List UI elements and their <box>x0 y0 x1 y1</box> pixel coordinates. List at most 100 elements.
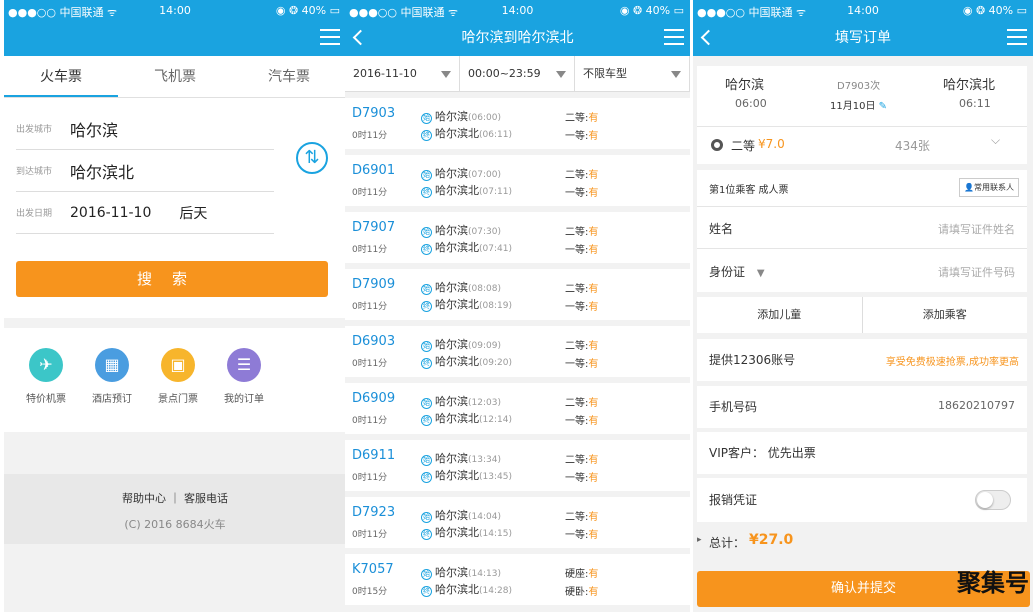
seat-2: 一等:有 <box>565 298 598 313</box>
quick-flight[interactable]: ✈ 特价机票 <box>14 348 78 432</box>
tab-train[interactable]: 火车票 <box>4 56 118 97</box>
to-city-field[interactable]: 到达城市 哈尔滨北 <box>16 150 274 192</box>
vip-label: VIP客户： 优先出票 <box>709 446 816 460</box>
seat-1-label: 二等: <box>565 512 589 523</box>
date-filter[interactable]: 2016-11-10 <box>345 56 460 91</box>
expand-icon[interactable]: ▸ <box>697 535 702 545</box>
quick-hotel[interactable]: ▦ 酒店预订 <box>80 348 144 432</box>
id-field[interactable]: 身份证 ▼ 请填写证件号码 <box>697 248 1027 292</box>
seat-1: 硬座:有 <box>565 565 598 580</box>
swap-icon[interactable]: ⇅ <box>296 142 328 174</box>
arrive-time: (14:15) <box>479 529 512 539</box>
name-input[interactable]: 请填写证件姓名 <box>938 221 1015 237</box>
tab-bus[interactable]: 汽车票 <box>232 56 346 97</box>
arrival: 终哈尔滨北(14:15) <box>421 524 512 540</box>
from-station: 哈尔滨 <box>435 110 468 123</box>
passenger-card: 第1位乘客 成人票 👤常用联系人 姓名 请填写证件姓名 身份证 ▼ 请填写证件号… <box>697 170 1027 292</box>
from-station: 哈尔滨 <box>435 167 468 180</box>
type-filter[interactable]: 不限车型 <box>575 56 690 91</box>
arrive-icon: 终 <box>421 358 432 369</box>
train-row[interactable]: D7907 0时11分始哈尔滨(07:30) 终哈尔滨北(07:41) 二等:有 一等:… <box>345 212 690 263</box>
receipt-toggle[interactable] <box>975 490 1011 510</box>
train-row[interactable]: D6909 0时11分始哈尔滨(12:03) 终哈尔滨北(12:14) 二等:有 一等:… <box>345 383 690 434</box>
time-filter[interactable]: 00:00~23:59 <box>460 56 575 91</box>
id-input[interactable]: 请填写证件号码 <box>938 264 1015 280</box>
add-bar: 添加儿童 添加乘客 <box>697 297 1027 333</box>
add-passenger-button[interactable]: 添加乘客 <box>863 297 1028 333</box>
arrive-icon: 终 <box>421 130 432 141</box>
tab-flight[interactable]: 飞机票 <box>118 56 232 97</box>
from-station: 哈尔滨 <box>435 224 468 237</box>
passenger-title: 第1位乘客 成人票 <box>709 185 789 196</box>
train-row[interactable]: K7057 0时15分始哈尔滨(14:13) 终哈尔滨北(14:28) 硬座:有 硬卧:… <box>345 554 690 605</box>
duration: 0时11分 <box>352 245 388 255</box>
train-number: K7057 <box>352 562 394 577</box>
departure: 始哈尔滨(14:04) <box>421 507 501 523</box>
filter-bar: 2016-11-10 00:00~23:59 不限车型 <box>345 56 690 92</box>
from-station: 哈尔滨 <box>725 78 765 93</box>
arrive-icon: 终 <box>421 244 432 255</box>
seat-2-avail: 有 <box>588 587 599 598</box>
back-icon[interactable] <box>700 29 717 46</box>
phone-row[interactable]: 手机号码 18620210797 <box>697 386 1027 428</box>
seat-2-avail: 有 <box>588 359 599 370</box>
seat-2-label: 一等: <box>565 188 589 199</box>
arrive-time: (14:28) <box>479 586 512 596</box>
to-station: 哈尔滨北 <box>435 526 479 539</box>
date-edit[interactable]: 11月10日 ✎ <box>830 97 887 112</box>
to-station: 哈尔滨北 <box>943 78 996 93</box>
account-row[interactable]: 提供12306账号 享受免费极速抢票,成功率更高 <box>697 339 1027 381</box>
departure: 始哈尔滨(07:30) <box>421 222 501 238</box>
seat-1-avail: 有 <box>588 284 599 295</box>
seat-1-avail: 有 <box>588 170 599 181</box>
train-row[interactable]: D7923 0时11分始哈尔滨(14:04) 终哈尔滨北(14:15) 二等:有 一等:… <box>345 497 690 548</box>
train-row[interactable]: D7909 0时11分始哈尔滨(08:08) 终哈尔滨北(08:19) 二等:有 一等:… <box>345 269 690 320</box>
seat-2-avail: 有 <box>588 530 599 541</box>
menu-icon[interactable] <box>320 29 340 45</box>
from-station: 哈尔滨 <box>435 509 468 522</box>
date-label: 出发日期 <box>16 209 53 219</box>
seat-2-avail: 有 <box>588 245 599 256</box>
arrive-time: (08:19) <box>479 301 512 311</box>
person-icon: 👤 <box>964 183 974 192</box>
train-number: D7903 <box>352 106 396 121</box>
ticket-count: 434张 <box>895 139 930 153</box>
nav-bar <box>4 20 346 56</box>
id-type-select[interactable]: 身份证 ▼ <box>709 263 765 280</box>
quick-orders[interactable]: ☰ 我的订单 <box>212 348 276 432</box>
to-station: 哈尔滨北 <box>435 412 479 425</box>
from-city: 哈尔滨 <box>70 120 119 140</box>
add-child-button[interactable]: 添加儿童 <box>697 297 863 333</box>
search-button[interactable]: 搜索 <box>16 261 328 297</box>
menu-icon[interactable] <box>664 29 684 45</box>
seat-1: 二等:有 <box>565 451 598 466</box>
duration: 0时11分 <box>352 188 388 198</box>
quick-label: 特价机票 <box>26 394 66 405</box>
name-field[interactable]: 姓名 请填写证件姓名 <box>697 206 1027 248</box>
to-station: 哈尔滨北 <box>435 241 479 254</box>
date-field[interactable]: 出发日期 2016-11-10 后天 <box>16 192 274 234</box>
seat-select[interactable]: 二等 ¥7.0 434张 ⌵ <box>697 126 1027 164</box>
phone-input[interactable]: 18620210797 <box>938 399 1015 412</box>
dep-time: 06:00 <box>735 97 767 110</box>
back-icon[interactable] <box>352 29 369 46</box>
quick-scenic[interactable]: ▣ 景点门票 <box>146 348 210 432</box>
nav-bar: 填写订单 <box>693 20 1033 56</box>
search-screen: ●●●○○ 中国联通 ᯤ 14:00 ◉ ❂ 40% ▭ 火车票 飞机票 汽车票… <box>4 0 346 612</box>
train-row[interactable]: D6901 0时11分始哈尔滨(07:00) 终哈尔滨北(07:11) 二等:有 一等:… <box>345 155 690 206</box>
train-number: D6911 <box>352 448 396 463</box>
seat-2: 一等:有 <box>565 412 598 427</box>
seat-2-label: 一等: <box>565 416 589 427</box>
train-row[interactable]: D6911 0时11分始哈尔滨(13:34) 终哈尔滨北(13:45) 二等:有 一等:… <box>345 440 690 491</box>
contacts-button[interactable]: 👤常用联系人 <box>959 178 1019 197</box>
train-row[interactable]: D7903 0时11分始哈尔滨(06:00) 终哈尔滨北(06:11) 二等:有 一等:… <box>345 98 690 149</box>
train-row[interactable]: D6903 0时11分始哈尔滨(09:09) 终哈尔滨北(09:20) 二等:有 一等:… <box>345 326 690 377</box>
depart-icon: 始 <box>421 455 432 466</box>
footer-links[interactable]: 帮助中心 ｜ 客服电话 <box>4 490 346 506</box>
arr-time: 06:11 <box>959 97 991 110</box>
seat-price: ¥7.0 <box>758 137 785 151</box>
seat-2-avail: 有 <box>588 131 599 142</box>
from-city-field[interactable]: 出发城市 哈尔滨 <box>16 108 274 150</box>
chevron-down-icon: ⌵ <box>991 133 1001 147</box>
menu-icon[interactable] <box>1007 29 1027 45</box>
